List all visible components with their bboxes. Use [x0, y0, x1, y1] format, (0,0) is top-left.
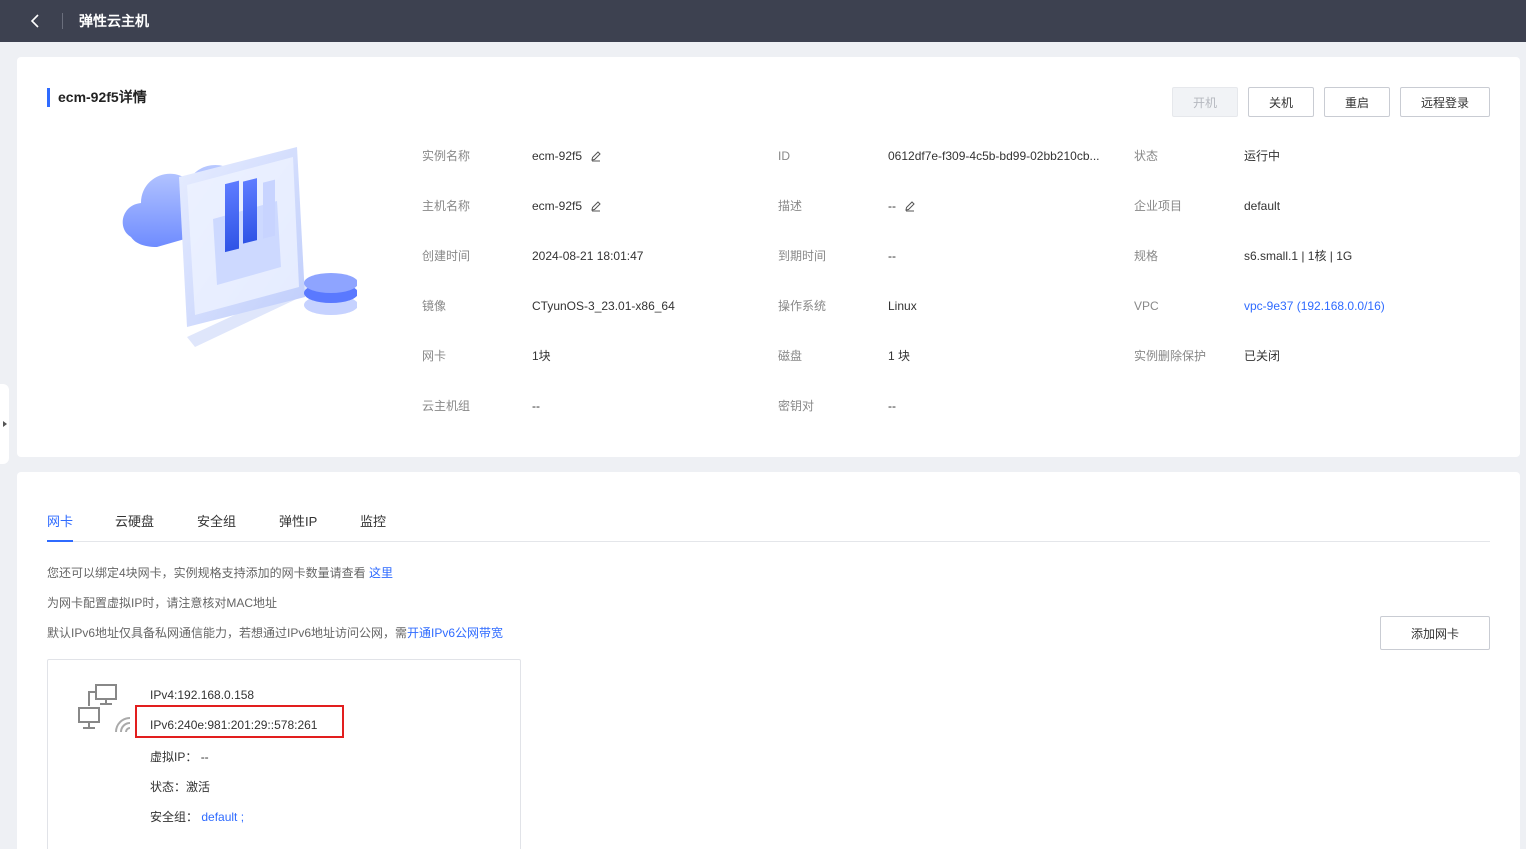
id-label: ID: [778, 149, 790, 163]
nic-quota-note: 您还可以绑定4块网卡，实例规格支持添加的网卡数量请查看 这里: [47, 564, 393, 581]
description-label: 描述: [778, 199, 803, 213]
expire-time-value: --: [888, 249, 896, 263]
nic-label: 网卡: [422, 349, 447, 363]
delete-protect-value: 已关闭: [1244, 349, 1281, 363]
power-off-button[interactable]: 关机: [1248, 87, 1314, 117]
page-title: 弹性云主机: [79, 13, 149, 29]
disk-value: 1 块: [888, 349, 911, 363]
enterprise-project-value: default: [1244, 199, 1281, 213]
ipv6-highlight-box: [135, 705, 344, 738]
detail-title: ecm-92f5详情: [47, 88, 147, 107]
host-name-text: ecm-92f5: [532, 199, 583, 213]
virtual-ip-value: --: [200, 750, 209, 764]
tab-elastic-ip[interactable]: 弹性IP: [279, 510, 317, 542]
nic-value: 1块: [532, 349, 551, 363]
top-bar: 弹性云主机: [0, 0, 1526, 42]
image-label: 镜像: [422, 299, 447, 313]
status-value: 运行中: [1244, 149, 1281, 163]
power-on-button[interactable]: 开机: [1172, 87, 1238, 117]
instance-name-value: ecm-92f5: [532, 146, 602, 166]
instance-name-label: 实例名称: [422, 149, 471, 163]
caret-right-icon: [2, 421, 7, 427]
image-value: CTyunOS-3_23.01-x86_64: [532, 299, 675, 313]
host-group-label: 云主机组: [422, 399, 471, 413]
tab-monitoring[interactable]: 监控: [360, 510, 386, 542]
instance-name-text: ecm-92f5: [532, 149, 583, 163]
keypair-label: 密钥对: [778, 399, 815, 413]
keypair-value: --: [888, 399, 896, 413]
ipv6-note: 默认IPv6地址仅具备私网通信能力，若想通过IPv6地址访问公网，需开通IPv6…: [47, 624, 503, 641]
expire-time-label: 到期时间: [778, 249, 827, 263]
nic-ipv4: IPv4:192.168.0.158: [150, 688, 255, 702]
security-group-label: 安全组：: [150, 810, 199, 824]
tab-security-group[interactable]: 安全组: [197, 510, 236, 542]
vpc-link[interactable]: vpc-9e37 (192.168.0.0/16): [1244, 296, 1385, 316]
enterprise-project-label: 企业项目: [1134, 199, 1183, 213]
spec-label: 规格: [1134, 249, 1159, 263]
resource-tabs-card: 网卡 云硬盘 安全组 弹性IP 监控 您还可以绑定4块网卡，实例规格支持添加的网…: [17, 472, 1520, 849]
tab-cloud-disk[interactable]: 云硬盘: [115, 510, 154, 542]
edit-icon[interactable]: [590, 200, 602, 212]
created-time-label: 创建时间: [422, 249, 471, 263]
created-time-value: 2024-08-21 18:01:47: [532, 249, 644, 263]
nic-card: IPv4:192.168.0.158 IPv6:240e:981:201:29:…: [47, 659, 521, 849]
chevron-left-icon: [30, 14, 39, 28]
cloud-server-illustration: [122, 147, 357, 347]
ipv6-bandwidth-link[interactable]: 开通IPv6公网带宽: [407, 626, 503, 640]
security-group-link[interactable]: default ;: [201, 810, 244, 824]
host-name-label: 主机名称: [422, 199, 471, 213]
description-text: --: [888, 199, 896, 213]
nic-status: 状态：激活: [150, 780, 211, 794]
host-group-value: --: [532, 399, 540, 413]
network-icon: [78, 684, 131, 733]
restart-button[interactable]: 重启: [1324, 87, 1390, 117]
sidebar-toggle-handle[interactable]: [0, 384, 9, 464]
os-value: Linux: [888, 299, 917, 313]
vpc-label: VPC: [1134, 299, 1159, 313]
quota-here-link[interactable]: 这里: [369, 566, 393, 580]
tab-nic[interactable]: 网卡: [47, 510, 74, 542]
instance-detail-card: ecm-92f5详情 开机 关机 重启 远程登录 实例名称 ecm-92f5 I…: [17, 57, 1520, 457]
edit-icon[interactable]: [590, 150, 602, 162]
action-bar: 开机 关机 重启 远程登录: [1172, 87, 1490, 117]
ipv6-note-text: 默认IPv6地址仅具备私网通信能力，若想通过IPv6地址访问公网，需: [47, 626, 408, 640]
id-value: 0612df7e-f309-4c5b-bd99-02bb210cb...: [888, 149, 1100, 163]
add-nic-button[interactable]: 添加网卡: [1380, 616, 1490, 650]
disk-label: 磁盘: [778, 349, 803, 363]
host-name-value: ecm-92f5: [532, 196, 602, 216]
status-label: 状态: [1134, 149, 1159, 163]
tab-bar: 网卡 云硬盘 安全组 弹性IP 监控: [47, 510, 1490, 542]
nic-security-group: 安全组： default ;: [150, 808, 244, 825]
description-value: --: [888, 196, 916, 216]
nic-quota-text: 您还可以绑定4块网卡，实例规格支持添加的网卡数量请查看: [47, 566, 370, 580]
edit-icon[interactable]: [904, 200, 916, 212]
os-label: 操作系统: [778, 299, 827, 313]
spec-value: s6.small.1 | 1核 | 1G: [1244, 249, 1353, 263]
mac-note: 为网卡配置虚拟IP时，请注意核对MAC地址: [47, 596, 278, 610]
delete-protect-label: 实例删除保护: [1134, 349, 1207, 363]
remote-login-button[interactable]: 远程登录: [1400, 87, 1490, 117]
virtual-ip-label: 虚拟IP：: [150, 750, 198, 764]
topbar-divider: [62, 13, 63, 29]
nic-virtual-ip: 虚拟IP： --: [150, 748, 209, 765]
back-button[interactable]: [24, 10, 46, 32]
